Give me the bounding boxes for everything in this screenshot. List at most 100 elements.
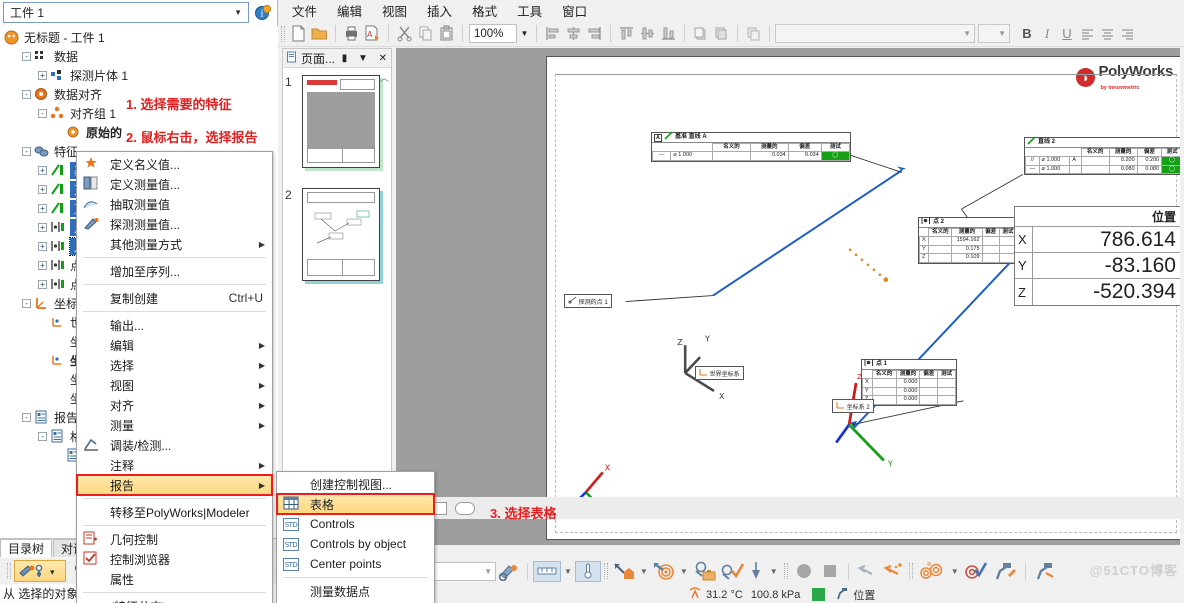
expand-toggle-icon[interactable]: + xyxy=(38,204,47,213)
probe-tool-button[interactable]: ▾ xyxy=(14,560,66,582)
context-menu-item-22[interactable]: 几何控制 xyxy=(77,529,272,549)
open-folder-icon[interactable] xyxy=(309,23,330,44)
page-thumbnail-2[interactable]: 2 xyxy=(285,188,391,288)
bring-front-icon[interactable] xyxy=(690,23,711,44)
context-menu-item-6[interactable]: 增加至序列... xyxy=(77,261,272,281)
text-align-left-button[interactable] xyxy=(1077,24,1097,44)
toolbar-grip[interactable] xyxy=(7,563,11,579)
zoom-input[interactable]: 100% xyxy=(469,24,517,43)
context-menu-item-14[interactable]: 对齐 ▶ xyxy=(77,395,272,415)
chevron-down-icon[interactable]: ▼ xyxy=(770,567,778,576)
expand-toggle-icon[interactable]: + xyxy=(38,242,47,251)
device-settings-icon[interactable] xyxy=(496,561,522,582)
robot-arm-icon[interactable] xyxy=(1031,561,1061,582)
context-menu-item-11[interactable]: 编辑 ▶ xyxy=(77,335,272,355)
collapse-toggle-icon[interactable]: - xyxy=(22,299,31,308)
chevron-down-icon[interactable]: ▼ xyxy=(354,53,372,64)
robot-arm-edit-icon[interactable] xyxy=(990,561,1020,582)
target-check-icon[interactable] xyxy=(962,561,990,582)
expand-toggle-icon[interactable]: + xyxy=(38,223,47,232)
align-left-icon[interactable] xyxy=(542,23,563,44)
font-size-select[interactable]: ▼ xyxy=(978,24,1010,43)
option-checkbox[interactable] xyxy=(434,501,447,515)
context-menu-item-16[interactable]: 调装/检测... xyxy=(77,435,272,455)
submenu-item-2[interactable]: STD Controls xyxy=(277,514,434,534)
duplicate-icon[interactable] xyxy=(743,23,764,44)
collapse-toggle-icon[interactable]: - xyxy=(22,147,31,156)
tree-item-1[interactable]: + 探测片体 1 xyxy=(0,66,278,85)
submenu-item-0[interactable]: 创建控制视图... xyxy=(277,474,434,494)
report-submenu[interactable]: 创建控制视图... 表格 STD Controls STD Controls by obj… xyxy=(276,471,435,603)
collapse-toggle-icon[interactable]: - xyxy=(38,432,47,441)
align-top-icon[interactable] xyxy=(616,23,637,44)
tree-root[interactable]: 无标题 - 工件 1 xyxy=(0,28,278,47)
option-toggle[interactable] xyxy=(455,501,475,515)
context-menu-item-4[interactable]: 其他测量方式 ▶ xyxy=(77,234,272,254)
expand-toggle-icon[interactable]: + xyxy=(38,280,47,289)
context-menu-item-0[interactable]: 定义名义值... xyxy=(77,154,272,174)
context-menu-item-1[interactable]: 定义测量值... xyxy=(77,174,272,194)
page-thumbnail-1[interactable]: 1 xyxy=(285,75,391,175)
label-probed-point-1[interactable]: 探测的点 1 xyxy=(564,294,612,308)
context-menu-item-2[interactable]: 抽取测量值 xyxy=(77,194,272,214)
device-select[interactable]: ▼ xyxy=(426,561,496,581)
submenu-item-3[interactable]: STD Controls by object xyxy=(277,534,434,554)
info-icon[interactable]: i xyxy=(252,2,274,23)
align-middle-icon[interactable] xyxy=(637,23,658,44)
menu-5[interactable]: 工具 xyxy=(507,1,552,20)
plumb-icon[interactable] xyxy=(745,561,767,582)
copy-icon[interactable] xyxy=(415,23,436,44)
expand-toggle-icon[interactable]: + xyxy=(38,71,47,80)
label-csys-2[interactable]: 坐标系 2 xyxy=(832,399,874,413)
record-circle-icon[interactable] xyxy=(791,561,817,582)
report-canvas[interactable]: ◗ PolyWorks by innovmetric Z Y X Z Y X A… xyxy=(396,48,1180,545)
targets-scan-icon[interactable] xyxy=(916,561,948,582)
export-pdf-icon[interactable]: A xyxy=(362,23,383,44)
callout-point-1[interactable]: 点 1 名义的 测量的 偏差 测试 X 0.000 Y 0.000 0.000 xyxy=(861,359,957,406)
context-menu-item-26[interactable]: (特征分支)▶ xyxy=(77,596,272,603)
bold-button[interactable]: B xyxy=(1017,24,1037,44)
menu-6[interactable]: 窗口 xyxy=(552,1,597,20)
chevron-down-icon[interactable]: ▼ xyxy=(680,567,688,576)
chevron-down-icon[interactable]: ▼ xyxy=(564,567,572,576)
context-menu-item-13[interactable]: 视图 ▶ xyxy=(77,375,272,395)
scale-bar-icon[interactable] xyxy=(533,560,561,582)
align-right-icon[interactable] xyxy=(584,23,605,44)
context-menu-item-15[interactable]: 测量 ▶ xyxy=(77,415,272,435)
collapse-toggle-icon[interactable]: - xyxy=(22,52,31,61)
scroll-up-icon[interactable]: ︿ xyxy=(380,71,389,84)
menu-2[interactable]: 视图 xyxy=(372,1,417,20)
collapse-toggle-icon[interactable]: - xyxy=(22,90,31,99)
paste-icon[interactable] xyxy=(436,23,457,44)
callout-point-2[interactable]: 点 2 名义的 测量的 偏差 测试 X 1594.162 Y 0.175 Z 0… xyxy=(918,217,1018,264)
menu-4[interactable]: 格式 xyxy=(462,1,507,20)
align-bottom-icon[interactable] xyxy=(658,23,679,44)
verify-probe-icon[interactable] xyxy=(719,561,745,582)
toolbar-grip[interactable] xyxy=(783,563,788,579)
stop-square-icon[interactable] xyxy=(817,561,843,582)
submenu-item-6[interactable]: 测量数据点 xyxy=(277,581,434,601)
toolbar-grip[interactable] xyxy=(603,563,608,579)
collapse-toggle-icon[interactable]: - xyxy=(38,109,47,118)
context-menu-item-24[interactable]: 属性 xyxy=(77,569,272,589)
context-menu-item-23[interactable]: 控制浏览器 xyxy=(77,549,272,569)
expand-toggle-icon[interactable]: + xyxy=(38,166,47,175)
text-align-center-button[interactable] xyxy=(1097,24,1117,44)
context-menu-item-18[interactable]: 报告 ▶ xyxy=(76,474,273,496)
toolbar-grip[interactable] xyxy=(281,25,285,42)
font-family-select[interactable]: ▼ xyxy=(775,24,975,43)
cut-icon[interactable] xyxy=(394,23,415,44)
expand-toggle-icon[interactable]: + xyxy=(38,185,47,194)
send-back-icon[interactable] xyxy=(711,23,732,44)
align-center-h-icon[interactable] xyxy=(563,23,584,44)
print-icon[interactable] xyxy=(341,23,362,44)
thermometer-icon[interactable] xyxy=(574,560,601,582)
label-world-csys[interactable]: 世界坐标系 xyxy=(695,366,744,380)
new-document-icon[interactable] xyxy=(288,23,309,44)
context-menu-item-20[interactable]: 转移至PolyWorks|Modeler xyxy=(77,502,272,522)
tab-tree[interactable]: 目录树 xyxy=(0,539,53,557)
italic-button[interactable]: I xyxy=(1037,24,1057,44)
undo-arrow-icon[interactable] xyxy=(854,561,880,582)
toolkit-probe-icon[interactable] xyxy=(691,561,719,582)
callout-datum-line-a[interactable]: A 基准 直线 A 名义的 测量的 偏差 测试 — ⌀ 1.000 0.034 … xyxy=(651,131,851,162)
